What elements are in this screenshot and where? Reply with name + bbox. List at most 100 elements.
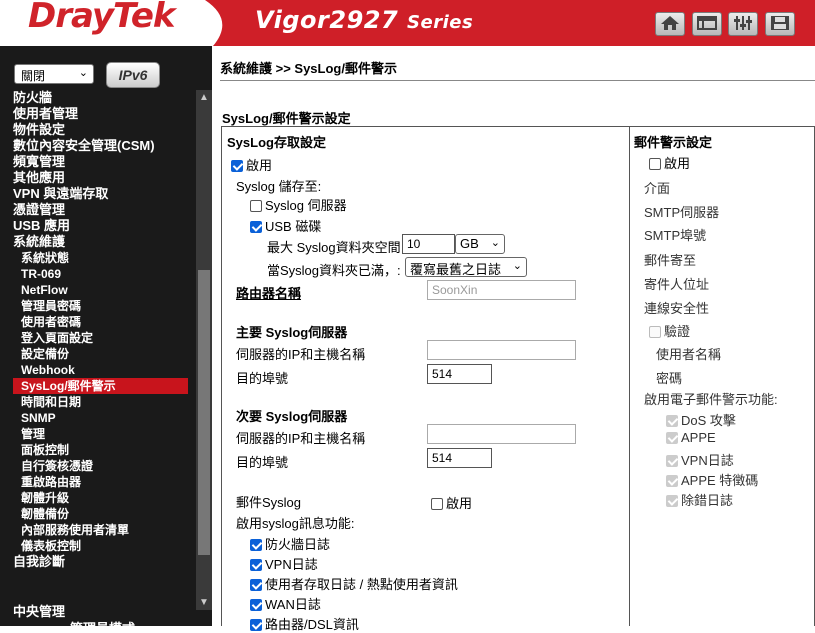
scrollbar-thumb[interactable] (198, 270, 210, 555)
sidebar-item[interactable]: NetFlow (0, 282, 196, 298)
sidebar-item[interactable]: 內部服務使用者清單 (0, 522, 196, 538)
sender-label: 寄件人位址 (644, 277, 710, 292)
chevron-down-icon: ⌄ (490, 237, 500, 249)
syslog-function-label: 路由器/DSL資訊 (265, 617, 359, 632)
syslog-function-checkbox[interactable] (250, 539, 262, 551)
sidebar-item[interactable]: 使用者密碼 (0, 314, 196, 330)
layout-icon[interactable] (691, 12, 722, 36)
secondary-port-input[interactable]: 514 (427, 448, 492, 468)
router-name-input[interactable]: SoonXin (427, 280, 576, 300)
mail-alert-item[interactable]: VPN日誌 (666, 450, 734, 469)
sidebar-menu: 防火牆 使用者管理 物件設定 數位內容安全管理(CSM) 頻寬管理 其他應用 VPN 與遠端… (0, 90, 196, 570)
max-space-input[interactable]: 10 (402, 234, 455, 254)
language-select[interactable]: 關閉 ⌄ (14, 64, 94, 84)
mail-alert-label: VPN日誌 (681, 453, 734, 468)
sidebar-item[interactable]: USB 應用 (0, 218, 196, 234)
sidebar-item[interactable]: Webhook (0, 362, 196, 378)
syslog-enable-checkbox[interactable] (231, 160, 243, 172)
sidebar-item[interactable]: 物件設定 (0, 122, 196, 138)
sidebar-item[interactable]: 防火牆 (0, 90, 196, 106)
mail-alert-checkbox[interactable] (666, 495, 678, 507)
sidebar-item[interactable]: 面板控制 (0, 442, 196, 458)
syslog-server-option[interactable]: Syslog 伺服器 (250, 195, 347, 214)
mail-alert-item[interactable]: DoS 攻擊 (666, 410, 736, 429)
folder-full-value: 覆寫最舊之日誌 (410, 262, 502, 277)
mail-alert-item[interactable]: 除錯日誌 (666, 490, 733, 509)
sidebar-item-central-mgmt[interactable]: 中央管理 (13, 601, 65, 620)
save-icon[interactable] (764, 12, 795, 36)
syslog-function-label: 使用者存取日誌 / 熱點使用者資訊 (265, 577, 458, 592)
mail-enable-label: 啟用 (664, 156, 691, 171)
sidebar-item[interactable]: 儀表板控制 (0, 538, 196, 554)
mail-enable[interactable]: 啟用 (649, 153, 690, 172)
sidebar-item[interactable]: 設定備份 (0, 346, 196, 362)
sidebar-item[interactable]: 韌體升級 (0, 490, 196, 506)
usb-disk-option[interactable]: USB 磁碟 (250, 216, 321, 235)
syslog-function-checkbox[interactable] (250, 619, 262, 631)
sidebar-item[interactable]: SNMP (0, 410, 196, 426)
syslog-function-item[interactable]: WAN日誌 (250, 594, 321, 613)
unit-value: GB (460, 236, 479, 251)
model-series: Series (407, 12, 474, 33)
primary-port-label: 目的埠號 (236, 371, 289, 386)
sidebar-item[interactable]: 管理 (0, 426, 196, 442)
header-bar: DrayTek Vigor2927 Series (0, 0, 815, 46)
sidebar-item[interactable]: 自行簽核憑證 (0, 458, 196, 474)
syslog-enable[interactable]: 啟用 (231, 155, 272, 174)
usb-disk-checkbox[interactable] (250, 221, 262, 233)
syslog-function-item[interactable]: 使用者存取日誌 / 熱點使用者資訊 (250, 574, 458, 593)
mail-enable-checkbox[interactable] (649, 158, 661, 170)
security-label: 連線安全性 (644, 301, 710, 316)
sidebar-item[interactable]: 重啟路由器 (0, 474, 196, 490)
syslog-function-item[interactable]: 路由器/DSL資訊 (250, 614, 359, 633)
auth-label: 驗證 (664, 324, 691, 339)
mail-alert-item[interactable]: APPE (666, 430, 716, 445)
auth-checkbox[interactable] (649, 326, 661, 338)
sidebar-scrollbar[interactable]: ▲ ▼ (196, 90, 212, 610)
folder-full-select[interactable]: 覆寫最舊之日誌 ⌄ (405, 257, 527, 277)
home-icon[interactable] (655, 12, 685, 36)
sidebar-item[interactable]: 數位內容安全管理(CSM) (0, 138, 196, 154)
mail-syslog-enable[interactable]: 啟用 (431, 493, 472, 512)
sidebar-item[interactable]: 系統維護 (0, 234, 196, 250)
syslog-function-checkbox[interactable] (250, 599, 262, 611)
mail-alert-checkbox[interactable] (666, 415, 678, 427)
scroll-down-icon[interactable]: ▼ (199, 597, 209, 608)
syslog-function-label: 防火牆日誌 (265, 537, 331, 552)
mail-syslog-checkbox[interactable] (431, 498, 443, 510)
sliders-icon[interactable] (728, 12, 759, 36)
sidebar-item[interactable]: 頻寬管理 (0, 154, 196, 170)
mail-heading: 郵件警示設定 (634, 135, 713, 150)
save-to-label: Syslog 儲存至: (236, 179, 322, 194)
username-label: 使用者名稱 (656, 347, 722, 362)
sidebar-item[interactable]: 使用者管理 (0, 106, 196, 122)
mail-alert-checkbox[interactable] (666, 475, 678, 487)
sidebar-item[interactable]: VPN 與遠端存取 (0, 186, 196, 202)
sidebar-item[interactable]: 登入頁面設定 (0, 330, 196, 346)
sidebar-item[interactable]: SysLog/郵件警示 (13, 378, 188, 394)
mail-alert-checkbox[interactable] (666, 455, 678, 467)
sidebar-item[interactable]: 系統狀態 (0, 250, 196, 266)
sidebar-item[interactable]: TR-069 (0, 266, 196, 282)
unit-select[interactable]: GB ⌄ (455, 234, 505, 254)
secondary-host-input[interactable] (427, 424, 576, 444)
syslog-function-checkbox[interactable] (250, 559, 262, 571)
syslog-function-item[interactable]: 防火牆日誌 (250, 534, 330, 553)
secondary-server-heading: 次要 Syslog伺服器 (236, 409, 348, 424)
syslog-function-checkbox[interactable] (250, 579, 262, 591)
sidebar-item[interactable]: 管理員密碼 (0, 298, 196, 314)
ipv6-button[interactable]: IPv6 (106, 62, 160, 88)
primary-host-input[interactable] (427, 340, 576, 360)
sidebar-item[interactable]: 其他應用 (0, 170, 196, 186)
sidebar-item[interactable]: 憑證管理 (0, 202, 196, 218)
syslog-function-item[interactable]: VPN日誌 (250, 554, 318, 573)
sidebar-item[interactable]: 韌體備份 (0, 506, 196, 522)
sidebar-item[interactable]: 時間和日期 (0, 394, 196, 410)
syslog-server-checkbox[interactable] (250, 200, 262, 212)
auth-option[interactable]: 驗證 (649, 321, 690, 340)
primary-port-input[interactable]: 514 (427, 364, 492, 384)
mail-alert-checkbox[interactable] (666, 432, 678, 444)
scroll-up-icon[interactable]: ▲ (199, 92, 209, 103)
mail-alert-item[interactable]: APPE 特徵碼 (666, 470, 758, 489)
sidebar-item[interactable]: 自我診斷 (0, 554, 196, 570)
